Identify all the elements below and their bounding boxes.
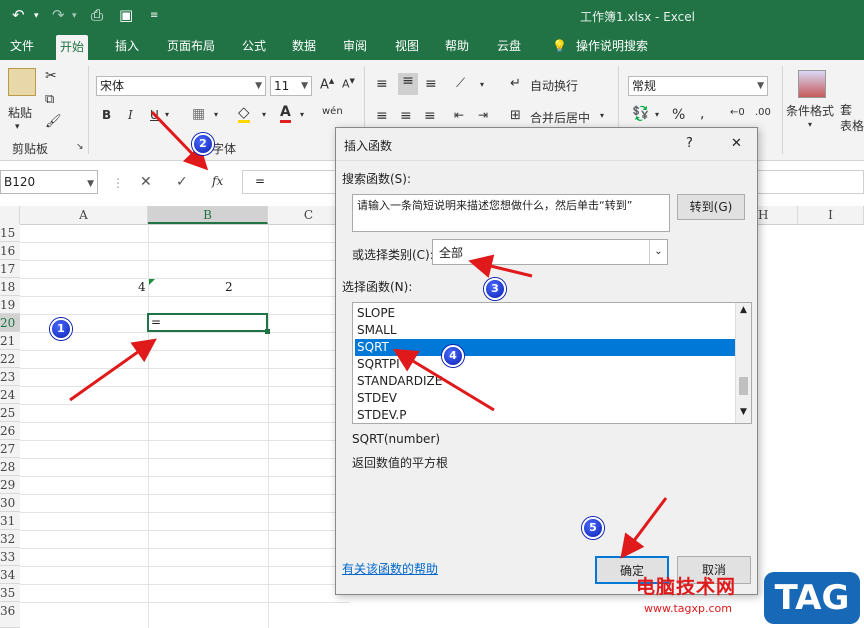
arrow-to-ok [620,497,668,559]
annotation-arrows [69,110,668,559]
watermark-logo: TAG [764,572,860,624]
arrow-to-category [468,254,533,278]
step-badge-1: 1 [50,318,72,340]
step-badge-5: 5 [582,517,604,539]
watermark-site-name: 电脑技术网 [636,576,737,598]
step-badge-3: 3 [484,278,506,300]
step-badge-2: 2 [192,133,214,155]
step-badge-4: 4 [442,345,464,367]
watermark-url: www.tagxp.com [644,602,732,615]
site-watermark: 电脑技术网 www.tagxp.com TAG [636,568,864,628]
arrow-to-active-cell [69,338,157,402]
